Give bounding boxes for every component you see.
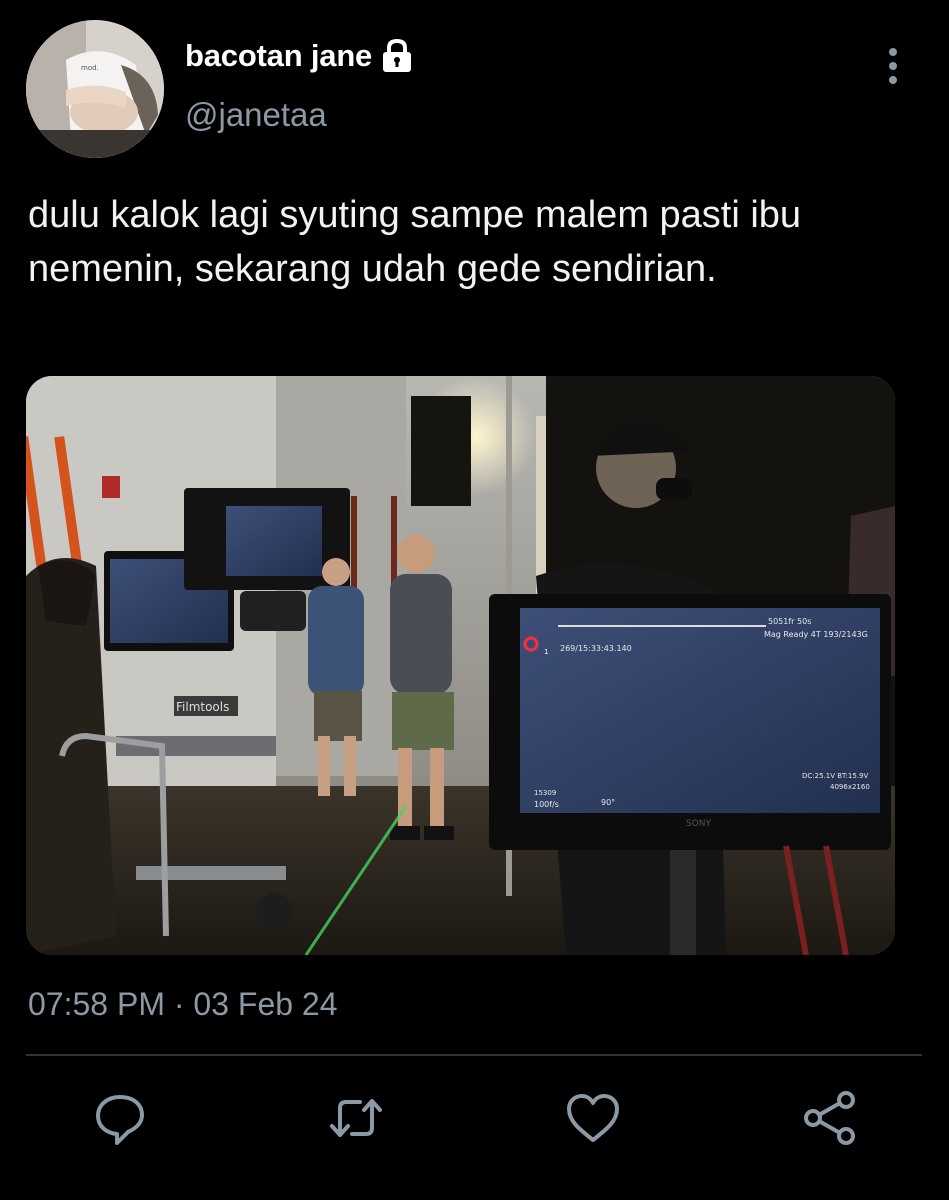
monitor-brand: SONY: [686, 819, 712, 829]
tweet-photo[interactable]: Filmtools 1 269/15:33:43.140 5051fr 50s …: [26, 376, 895, 955]
avatar[interactable]: mod.: [26, 20, 164, 158]
svg-text:Filmtools: Filmtools: [176, 700, 229, 714]
lock-icon: [383, 38, 412, 72]
monitor-frames: 5051fr 50s: [768, 617, 811, 626]
svg-text:mod.: mod.: [81, 64, 99, 72]
reply-icon[interactable]: [90, 1088, 150, 1148]
monitor-resolution: 4096x2160: [830, 783, 870, 791]
tweet-timestamp[interactable]: 07:58 PM · 03 Feb 24: [28, 986, 338, 1023]
avatar-image: mod.: [26, 20, 164, 158]
monitor-timecode: 269/15:33:43.140: [560, 644, 632, 653]
monitor-counter: 15309: [534, 789, 556, 797]
heart-icon[interactable]: [563, 1088, 623, 1148]
author-name-row: bacotan jane: [185, 38, 414, 74]
retweet-icon[interactable]: [326, 1088, 386, 1148]
monitor-power: DC:25.1V BT:15.9V: [802, 772, 868, 780]
svg-text:1: 1: [544, 648, 548, 656]
monitor-shutter: 90°: [601, 798, 615, 807]
tweet-text: dulu kalok lagi syuting sampe malem past…: [28, 194, 802, 290]
divider: [26, 1054, 922, 1056]
share-icon[interactable]: [800, 1088, 860, 1148]
user-handle[interactable]: @janetaa: [185, 96, 327, 134]
display-name[interactable]: bacotan jane: [185, 38, 372, 74]
monitor-fps: 100f/s: [534, 800, 559, 809]
monitor-mag-status: Mag Ready 4T 193/2143G: [764, 630, 868, 639]
more-options-icon[interactable]: [876, 42, 910, 92]
film-set-photo: Filmtools 1 269/15:33:43.140 5051fr 50s …: [26, 376, 895, 955]
